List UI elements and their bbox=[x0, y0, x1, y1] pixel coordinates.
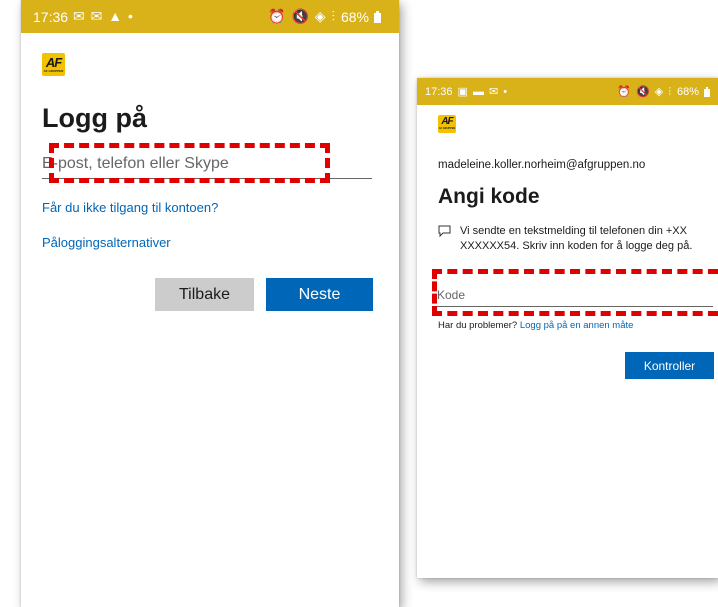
notification-icons: ▣ ▬ ✉ • bbox=[457, 86, 509, 98]
email-phone-skype-input[interactable] bbox=[42, 150, 372, 179]
next-button[interactable]: Neste bbox=[266, 278, 373, 311]
right-phone-screen: 17:36 ▣ ▬ ✉ • ⏰ 🔇 ◈ ⫶ 68% AF AF GRUPPEN … bbox=[417, 78, 718, 578]
battery-percent: 68% bbox=[676, 85, 699, 98]
sms-message: Vi sendte en tekstmelding til telefonen … bbox=[460, 225, 693, 252]
page-title: Angi kode bbox=[438, 185, 540, 208]
battery-percent: 68% bbox=[340, 8, 369, 25]
help-prefix: Har du problemer? bbox=[438, 320, 518, 331]
logo-subtext: AF GRUPPEN bbox=[43, 69, 64, 73]
status-time: 17:36 bbox=[33, 8, 69, 25]
user-email: madeleine.koller.norheim@afgruppen.no bbox=[438, 159, 646, 171]
page-title: Logg på bbox=[42, 103, 147, 133]
status-time: 17:36 bbox=[425, 85, 453, 98]
back-button[interactable]: Tilbake bbox=[155, 278, 254, 311]
status-bar: 17:36 ✉ ✉ ▲ • ⏰ 🔇 ◈ ⫶ 68% bbox=[21, 0, 399, 33]
company-logo: AF AF GRUPPEN bbox=[42, 53, 65, 76]
code-input[interactable] bbox=[437, 284, 713, 307]
logo-mark: AF bbox=[441, 116, 453, 128]
notification-icons: ✉ ✉ ▲ • bbox=[73, 8, 134, 24]
left-phone-screen: 17:36 ✉ ✉ ▲ • ⏰ 🔇 ◈ ⫶ 68% AF AF GRUPPEN … bbox=[21, 0, 399, 607]
help-line: Har du problemer? Logg på på en annen må… bbox=[438, 320, 633, 331]
verify-button[interactable]: Kontroller bbox=[625, 352, 714, 379]
logo-subtext: AF GRUPPEN bbox=[438, 127, 456, 131]
system-status-icons: ⏰ 🔇 ◈ ⫶ bbox=[617, 85, 672, 98]
status-bar: 17:36 ▣ ▬ ✉ • ⏰ 🔇 ◈ ⫶ 68% bbox=[417, 78, 718, 105]
battery-icon bbox=[704, 86, 710, 97]
signin-another-way-link[interactable]: Logg på på en annen måte bbox=[520, 320, 634, 331]
logo-mark: AF bbox=[45, 55, 62, 70]
company-logo: AF AF GRUPPEN bbox=[438, 115, 456, 133]
chat-bubble-icon bbox=[438, 225, 451, 237]
signin-options-link[interactable]: Påloggingsalternativer bbox=[42, 235, 171, 250]
battery-icon bbox=[374, 10, 381, 23]
sms-notice: Vi sendte en tekstmelding til telefonen … bbox=[438, 224, 710, 253]
cant-access-account-link[interactable]: Får du ikke tilgang til kontoen? bbox=[42, 200, 218, 215]
system-status-icons: ⏰ 🔇 ◈ ⫶ bbox=[268, 8, 336, 24]
